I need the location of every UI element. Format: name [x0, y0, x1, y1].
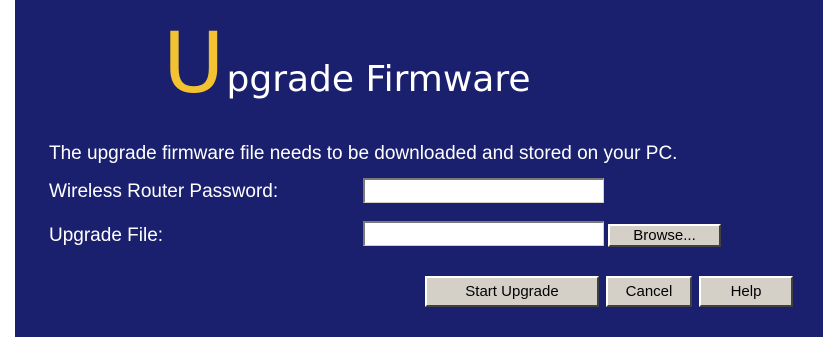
page-title-text: pgrade Firmware: [226, 59, 531, 100]
page-title-initial: U: [163, 14, 225, 112]
start-upgrade-button[interactable]: Start Upgrade: [425, 276, 599, 307]
cancel-button[interactable]: Cancel: [606, 276, 692, 307]
browse-button[interactable]: Browse...: [608, 224, 721, 247]
page-title: Upgrade Firmware: [163, 20, 530, 106]
upgrade-file-label: Upgrade File:: [49, 225, 164, 246]
instructions-text: The upgrade firmware file needs to be do…: [49, 143, 678, 164]
password-label: Wireless Router Password:: [49, 181, 279, 202]
upgrade-firmware-panel: Upgrade Firmware The upgrade firmware fi…: [15, 0, 823, 337]
upgrade-file-field[interactable]: [363, 221, 604, 246]
help-button[interactable]: Help: [699, 276, 793, 307]
password-field[interactable]: [363, 178, 604, 203]
